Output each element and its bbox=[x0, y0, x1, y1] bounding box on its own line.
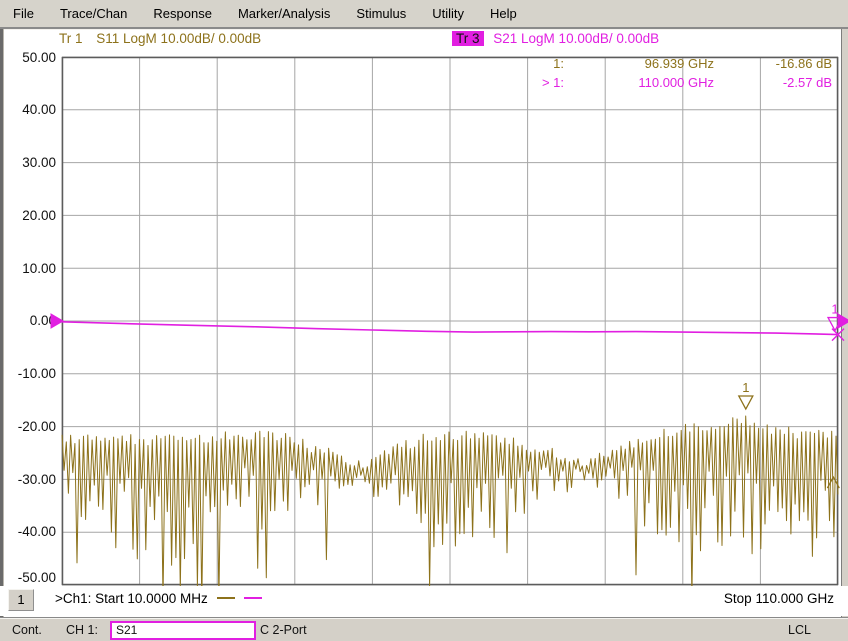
trace3-color-dash bbox=[244, 597, 262, 599]
y-axis-label-40: 40.00 bbox=[2, 102, 56, 117]
y-axis-label-10: 10.00 bbox=[2, 261, 56, 276]
sweep-mode-label: Cont. bbox=[12, 623, 42, 637]
menu-bar: File Trace/Chan Response Marker/Analysis… bbox=[0, 0, 848, 27]
stop-frequency-label[interactable]: Stop 110.000 GHz bbox=[724, 591, 834, 606]
y-axis-label-n40: -40.00 bbox=[2, 524, 56, 539]
trace1-badge[interactable]: Tr 1 bbox=[55, 31, 87, 46]
trace1-title[interactable]: Tr 1 S11 LogM 10.00dB/ 0.00dB bbox=[55, 31, 261, 46]
menu-item-utility[interactable]: Utility bbox=[419, 2, 477, 25]
marker-number: 1 bbox=[831, 302, 838, 317]
measurement-box[interactable]: S21 bbox=[110, 621, 256, 640]
marker-readout-row-trace3: > 1: 110.000 GHz -2.57 dB bbox=[498, 73, 838, 92]
status-bar: Cont. CH 1: S21 C 2-Port LCL bbox=[0, 617, 848, 641]
menu-item-trace-chan[interactable]: Trace/Chan bbox=[47, 2, 140, 25]
marker-triangle bbox=[739, 396, 753, 409]
marker1-frequency: 96.939 GHz bbox=[564, 54, 714, 73]
trace3-title[interactable]: Tr 3 S21 LogM 10.00dB/ 0.00dB bbox=[452, 31, 659, 46]
marker1-active-label: > 1: bbox=[498, 73, 564, 92]
menu-item-help[interactable]: Help bbox=[477, 2, 530, 25]
reference-level-arrow-left bbox=[51, 314, 63, 328]
marker-readout-row-trace1: 1: 96.939 GHz -16.86 dB bbox=[498, 54, 838, 73]
lcl-label: LCL bbox=[788, 623, 811, 637]
marker1-label: 1: bbox=[498, 54, 564, 73]
menu-item-response[interactable]: Response bbox=[140, 2, 225, 25]
start-frequency-text: >Ch1: Start 10.0000 MHz bbox=[55, 591, 208, 606]
menu-item-marker-analysis[interactable]: Marker/Analysis bbox=[225, 2, 343, 25]
plot-svg: 11 bbox=[62, 57, 838, 585]
trace-title-row: Tr 1 S11 LogM 10.00dB/ 0.00dB Tr 3 S21 L… bbox=[0, 31, 848, 53]
y-axis-label-n20: -20.00 bbox=[2, 419, 56, 434]
channel-1-button[interactable]: 1 bbox=[8, 589, 34, 611]
y-axis-label-n50: -50.00 bbox=[2, 570, 56, 585]
channel-label: CH 1: bbox=[66, 623, 98, 637]
y-axis-label-n30: -30.00 bbox=[2, 472, 56, 487]
marker-number: 1 bbox=[742, 380, 749, 395]
menu-item-stimulus[interactable]: Stimulus bbox=[343, 2, 419, 25]
calibration-label: C 2-Port bbox=[260, 623, 307, 637]
start-frequency-label[interactable]: >Ch1: Start 10.0000 MHz bbox=[55, 591, 262, 606]
menu-item-file[interactable]: File bbox=[0, 2, 47, 25]
marker1-active-value: -2.57 dB bbox=[714, 73, 832, 92]
stimulus-row: 1 >Ch1: Start 10.0000 MHz Stop 110.000 G… bbox=[0, 586, 848, 616]
trace3-badge[interactable]: Tr 3 bbox=[452, 31, 484, 46]
y-axis-label-50: 50.00 bbox=[2, 50, 56, 65]
y-axis-label-30: 30.00 bbox=[2, 155, 56, 170]
vna-screen: File Trace/Chan Response Marker/Analysis… bbox=[0, 0, 848, 641]
marker-readout: 1: 96.939 GHz -16.86 dB > 1: 110.000 GHz… bbox=[498, 54, 838, 92]
trace1-color-dash bbox=[217, 597, 235, 599]
trace1-params: S11 LogM 10.00dB/ 0.00dB bbox=[96, 31, 261, 46]
marker1-value: -16.86 dB bbox=[714, 54, 832, 73]
y-axis-label-n10: -10.00 bbox=[2, 366, 56, 381]
menu-separator bbox=[0, 27, 848, 30]
trace3-params: S21 LogM 10.00dB/ 0.00dB bbox=[493, 31, 659, 46]
y-axis-label-0: 0.00 bbox=[2, 313, 56, 328]
y-axis-label-20: 20.00 bbox=[2, 208, 56, 223]
plot-area[interactable]: 11 bbox=[62, 57, 838, 585]
marker1-active-frequency: 110.000 GHz bbox=[564, 73, 714, 92]
